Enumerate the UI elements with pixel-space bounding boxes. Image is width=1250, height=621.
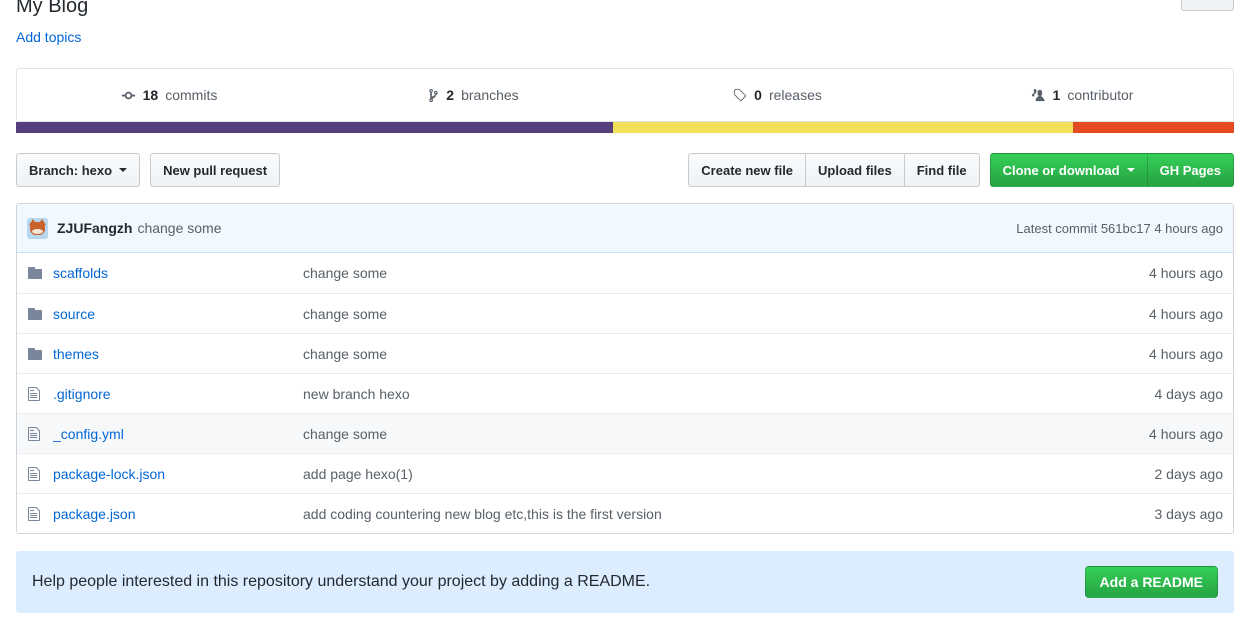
sidebar-item-commits[interactable]: 18 commits (17, 69, 321, 121)
repo-header: My Blog Add topics Edit (16, 0, 1234, 48)
readme-banner: Help people interested in this repositor… (16, 551, 1234, 613)
file-icon (27, 506, 43, 522)
tag-icon (732, 88, 747, 103)
file-name-link[interactable]: .gitignore (53, 386, 303, 402)
people-icon (1029, 88, 1046, 103)
table-row[interactable]: package.jsonadd coding countering new bl… (17, 493, 1233, 533)
file-rows: scaffoldschange some4 hours agosourcecha… (17, 253, 1233, 533)
repo-stats-bar: 18 commits 2 branches 0 (16, 68, 1234, 122)
language-segment-2 (613, 122, 1073, 133)
new-pull-request-button[interactable]: New pull request (150, 153, 280, 187)
table-row[interactable]: sourcechange some4 hours ago (17, 293, 1233, 333)
chevron-down-icon (119, 168, 127, 172)
file-name-link[interactable]: _config.yml (53, 426, 303, 442)
file-icon (27, 466, 43, 482)
add-topics-link[interactable]: Add topics (16, 29, 81, 45)
file-listing-box: ZJUFangzh change some Latest commit 561b… (16, 203, 1234, 534)
language-segment-3 (1073, 122, 1234, 133)
file-name-link[interactable]: source (53, 306, 303, 322)
branches-count: 2 (446, 85, 454, 105)
file-commit-message[interactable]: change some (303, 346, 1137, 362)
sidebar-item-branches[interactable]: 2 branches (321, 69, 625, 121)
clone-or-download-button[interactable]: Clone or download (990, 153, 1148, 187)
sidebar-item-releases[interactable]: 0 releases (625, 69, 929, 121)
branch-selector-label: Branch: hexo (29, 163, 112, 178)
file-name-link[interactable]: package-lock.json (53, 466, 303, 482)
file-commit-age: 4 hours ago (1137, 426, 1223, 442)
table-row[interactable]: _config.ymlchange some4 hours ago (17, 413, 1233, 453)
sidebar-item-contributors[interactable]: 1 contributor (929, 69, 1233, 121)
commit-author-link[interactable]: ZJUFangzh (57, 220, 132, 236)
commits-count: 18 (143, 85, 159, 105)
folder-icon (27, 265, 43, 281)
readme-banner-text: Help people interested in this repositor… (32, 573, 650, 591)
toolbar-left-group: Branch: hexo New pull request (16, 153, 280, 187)
clone-or-download-label: Clone or download (1003, 163, 1120, 178)
toolbar-right-group: Create new file Upload files Find file C… (688, 153, 1234, 187)
page-title: My Blog (16, 0, 1234, 20)
file-commit-age: 4 hours ago (1137, 346, 1223, 362)
commits-label: commits (165, 85, 217, 105)
edit-button[interactable]: Edit (1181, 0, 1234, 11)
commit-sha-link[interactable]: 561bc17 (1101, 221, 1151, 236)
branch-selector-button[interactable]: Branch: hexo (16, 153, 140, 187)
latest-commit-bar: ZJUFangzh change some Latest commit 561b… (17, 204, 1233, 253)
file-icon (27, 426, 43, 442)
branches-label: branches (461, 85, 519, 105)
file-icon (27, 386, 43, 402)
table-row[interactable]: package-lock.jsonadd page hexo(1)2 days … (17, 453, 1233, 493)
file-name-link[interactable]: package.json (53, 506, 303, 522)
avatar (27, 218, 48, 239)
repo-toolbar: Branch: hexo New pull request Create new… (16, 153, 1234, 189)
add-a-readme-button[interactable]: Add a README (1085, 566, 1218, 598)
gh-pages-button[interactable]: GH Pages (1147, 153, 1234, 187)
create-new-file-button[interactable]: Create new file (688, 153, 806, 187)
commit-message[interactable]: change some (137, 220, 221, 236)
repo-stats-section: 18 commits 2 branches 0 (16, 68, 1234, 133)
file-name-link[interactable]: scaffolds (53, 265, 303, 281)
file-commit-message[interactable]: change some (303, 426, 1137, 442)
commit-history-icon (121, 88, 136, 103)
latest-commit-age: 4 hours ago (1154, 221, 1223, 236)
file-commit-message[interactable]: change some (303, 306, 1137, 322)
file-commit-message[interactable]: new branch hexo (303, 386, 1143, 402)
file-commit-age: 4 days ago (1143, 386, 1224, 402)
latest-commit-meta: Latest commit 561bc17 4 hours ago (1016, 221, 1223, 236)
folder-icon (27, 306, 43, 322)
latest-commit-prefix: Latest commit (1016, 221, 1097, 236)
releases-label: releases (769, 85, 822, 105)
file-commit-message[interactable]: change some (303, 265, 1137, 281)
table-row[interactable]: .gitignorenew branch hexo4 days ago (17, 373, 1233, 413)
upload-files-button[interactable]: Upload files (805, 153, 905, 187)
folder-icon (27, 346, 43, 362)
contributors-label: contributor (1067, 85, 1133, 105)
file-actions-group: Create new file Upload files Find file (688, 153, 979, 187)
repository-page: My Blog Add topics Edit 18 commits (0, 0, 1250, 621)
branch-icon (427, 88, 439, 103)
file-commit-message[interactable]: add coding countering new blog etc,this … (303, 506, 1143, 522)
releases-count: 0 (754, 85, 762, 105)
language-bar (16, 122, 1234, 133)
chevron-down-icon (1127, 168, 1135, 172)
table-row[interactable]: themeschange some4 hours ago (17, 333, 1233, 373)
language-segment-1 (16, 122, 613, 133)
file-commit-age: 3 days ago (1143, 506, 1224, 522)
find-file-button[interactable]: Find file (904, 153, 980, 187)
file-commit-age: 4 hours ago (1137, 265, 1223, 281)
file-name-link[interactable]: themes (53, 346, 303, 362)
file-commit-age: 2 days ago (1143, 466, 1224, 482)
file-commit-message[interactable]: add page hexo(1) (303, 466, 1143, 482)
table-row[interactable]: scaffoldschange some4 hours ago (17, 253, 1233, 293)
file-commit-age: 4 hours ago (1137, 306, 1223, 322)
contributors-count: 1 (1053, 85, 1061, 105)
